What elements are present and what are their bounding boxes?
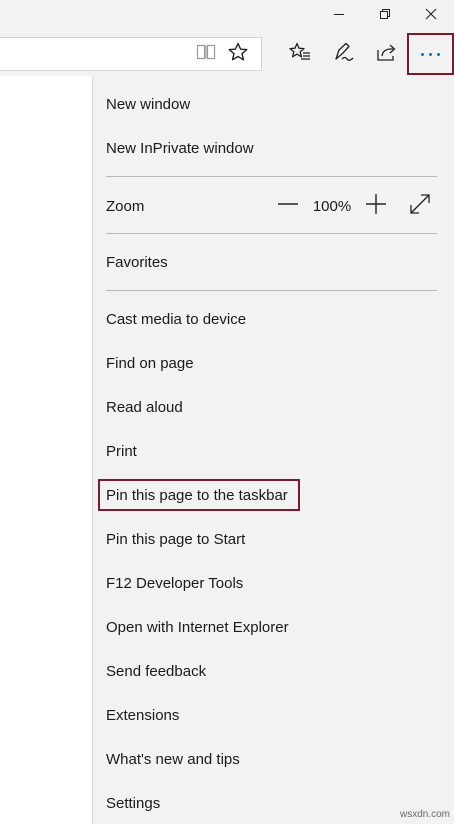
- reading-view-icon: [196, 43, 216, 66]
- web-note-button[interactable]: [326, 38, 362, 70]
- close-button[interactable]: [408, 0, 454, 32]
- menu-item-new-window[interactable]: New window: [106, 96, 190, 113]
- restore-button[interactable]: [362, 0, 408, 32]
- more-actions-menu: New window New InPrivate window Zoom 100…: [92, 76, 454, 824]
- menu-divider: [106, 176, 437, 177]
- minimize-icon: [333, 7, 345, 25]
- menu-divider: [106, 290, 437, 291]
- title-bar: [0, 0, 454, 32]
- minus-icon: [277, 193, 299, 220]
- menu-item-find-on-page[interactable]: Find on page: [106, 355, 194, 372]
- menu-item-extensions[interactable]: Extensions: [106, 707, 179, 724]
- address-bar[interactable]: [0, 37, 262, 71]
- menu-item-pin-to-taskbar[interactable]: Pin this page to the taskbar: [106, 487, 288, 504]
- menu-item-print[interactable]: Print: [106, 443, 137, 460]
- zoom-label: Zoom: [106, 198, 145, 215]
- menu-item-developer-tools[interactable]: F12 Developer Tools: [106, 575, 243, 592]
- hub-icon: [289, 42, 311, 67]
- zoom-in-button[interactable]: [362, 192, 390, 220]
- reading-view-button[interactable]: [190, 38, 222, 70]
- hub-button[interactable]: [282, 38, 318, 70]
- web-note-icon: [333, 42, 355, 67]
- page-content: [0, 76, 92, 824]
- menu-item-pin-to-start[interactable]: Pin this page to Start: [106, 531, 245, 548]
- plus-icon: [365, 193, 387, 220]
- menu-item-read-aloud[interactable]: Read aloud: [106, 399, 183, 416]
- full-screen-icon: [409, 193, 431, 220]
- browser-toolbar: [0, 32, 454, 76]
- menu-item-favorites[interactable]: Favorites: [106, 254, 168, 271]
- menu-item-open-with-ie[interactable]: Open with Internet Explorer: [106, 619, 289, 636]
- restore-icon: [379, 7, 391, 25]
- menu-item-whats-new[interactable]: What's new and tips: [106, 751, 240, 768]
- menu-item-settings[interactable]: Settings: [106, 795, 160, 812]
- share-button[interactable]: [369, 38, 405, 70]
- zoom-level: 100%: [312, 197, 352, 215]
- more-actions-icon: [419, 52, 443, 56]
- full-screen-button[interactable]: [405, 192, 435, 220]
- menu-item-cast-media[interactable]: Cast media to device: [106, 311, 246, 328]
- add-favorite-button[interactable]: [222, 38, 254, 70]
- favorite-star-icon: [228, 42, 248, 67]
- share-icon: [376, 42, 398, 67]
- menu-item-send-feedback[interactable]: Send feedback: [106, 663, 206, 680]
- menu-divider: [106, 233, 437, 234]
- close-icon: [425, 7, 437, 25]
- zoom-out-button[interactable]: [274, 192, 302, 220]
- minimize-button[interactable]: [316, 0, 362, 32]
- watermark: wsxdn.com: [400, 809, 451, 820]
- menu-item-new-inprivate-window[interactable]: New InPrivate window: [106, 140, 254, 157]
- more-actions-button[interactable]: [407, 33, 454, 75]
